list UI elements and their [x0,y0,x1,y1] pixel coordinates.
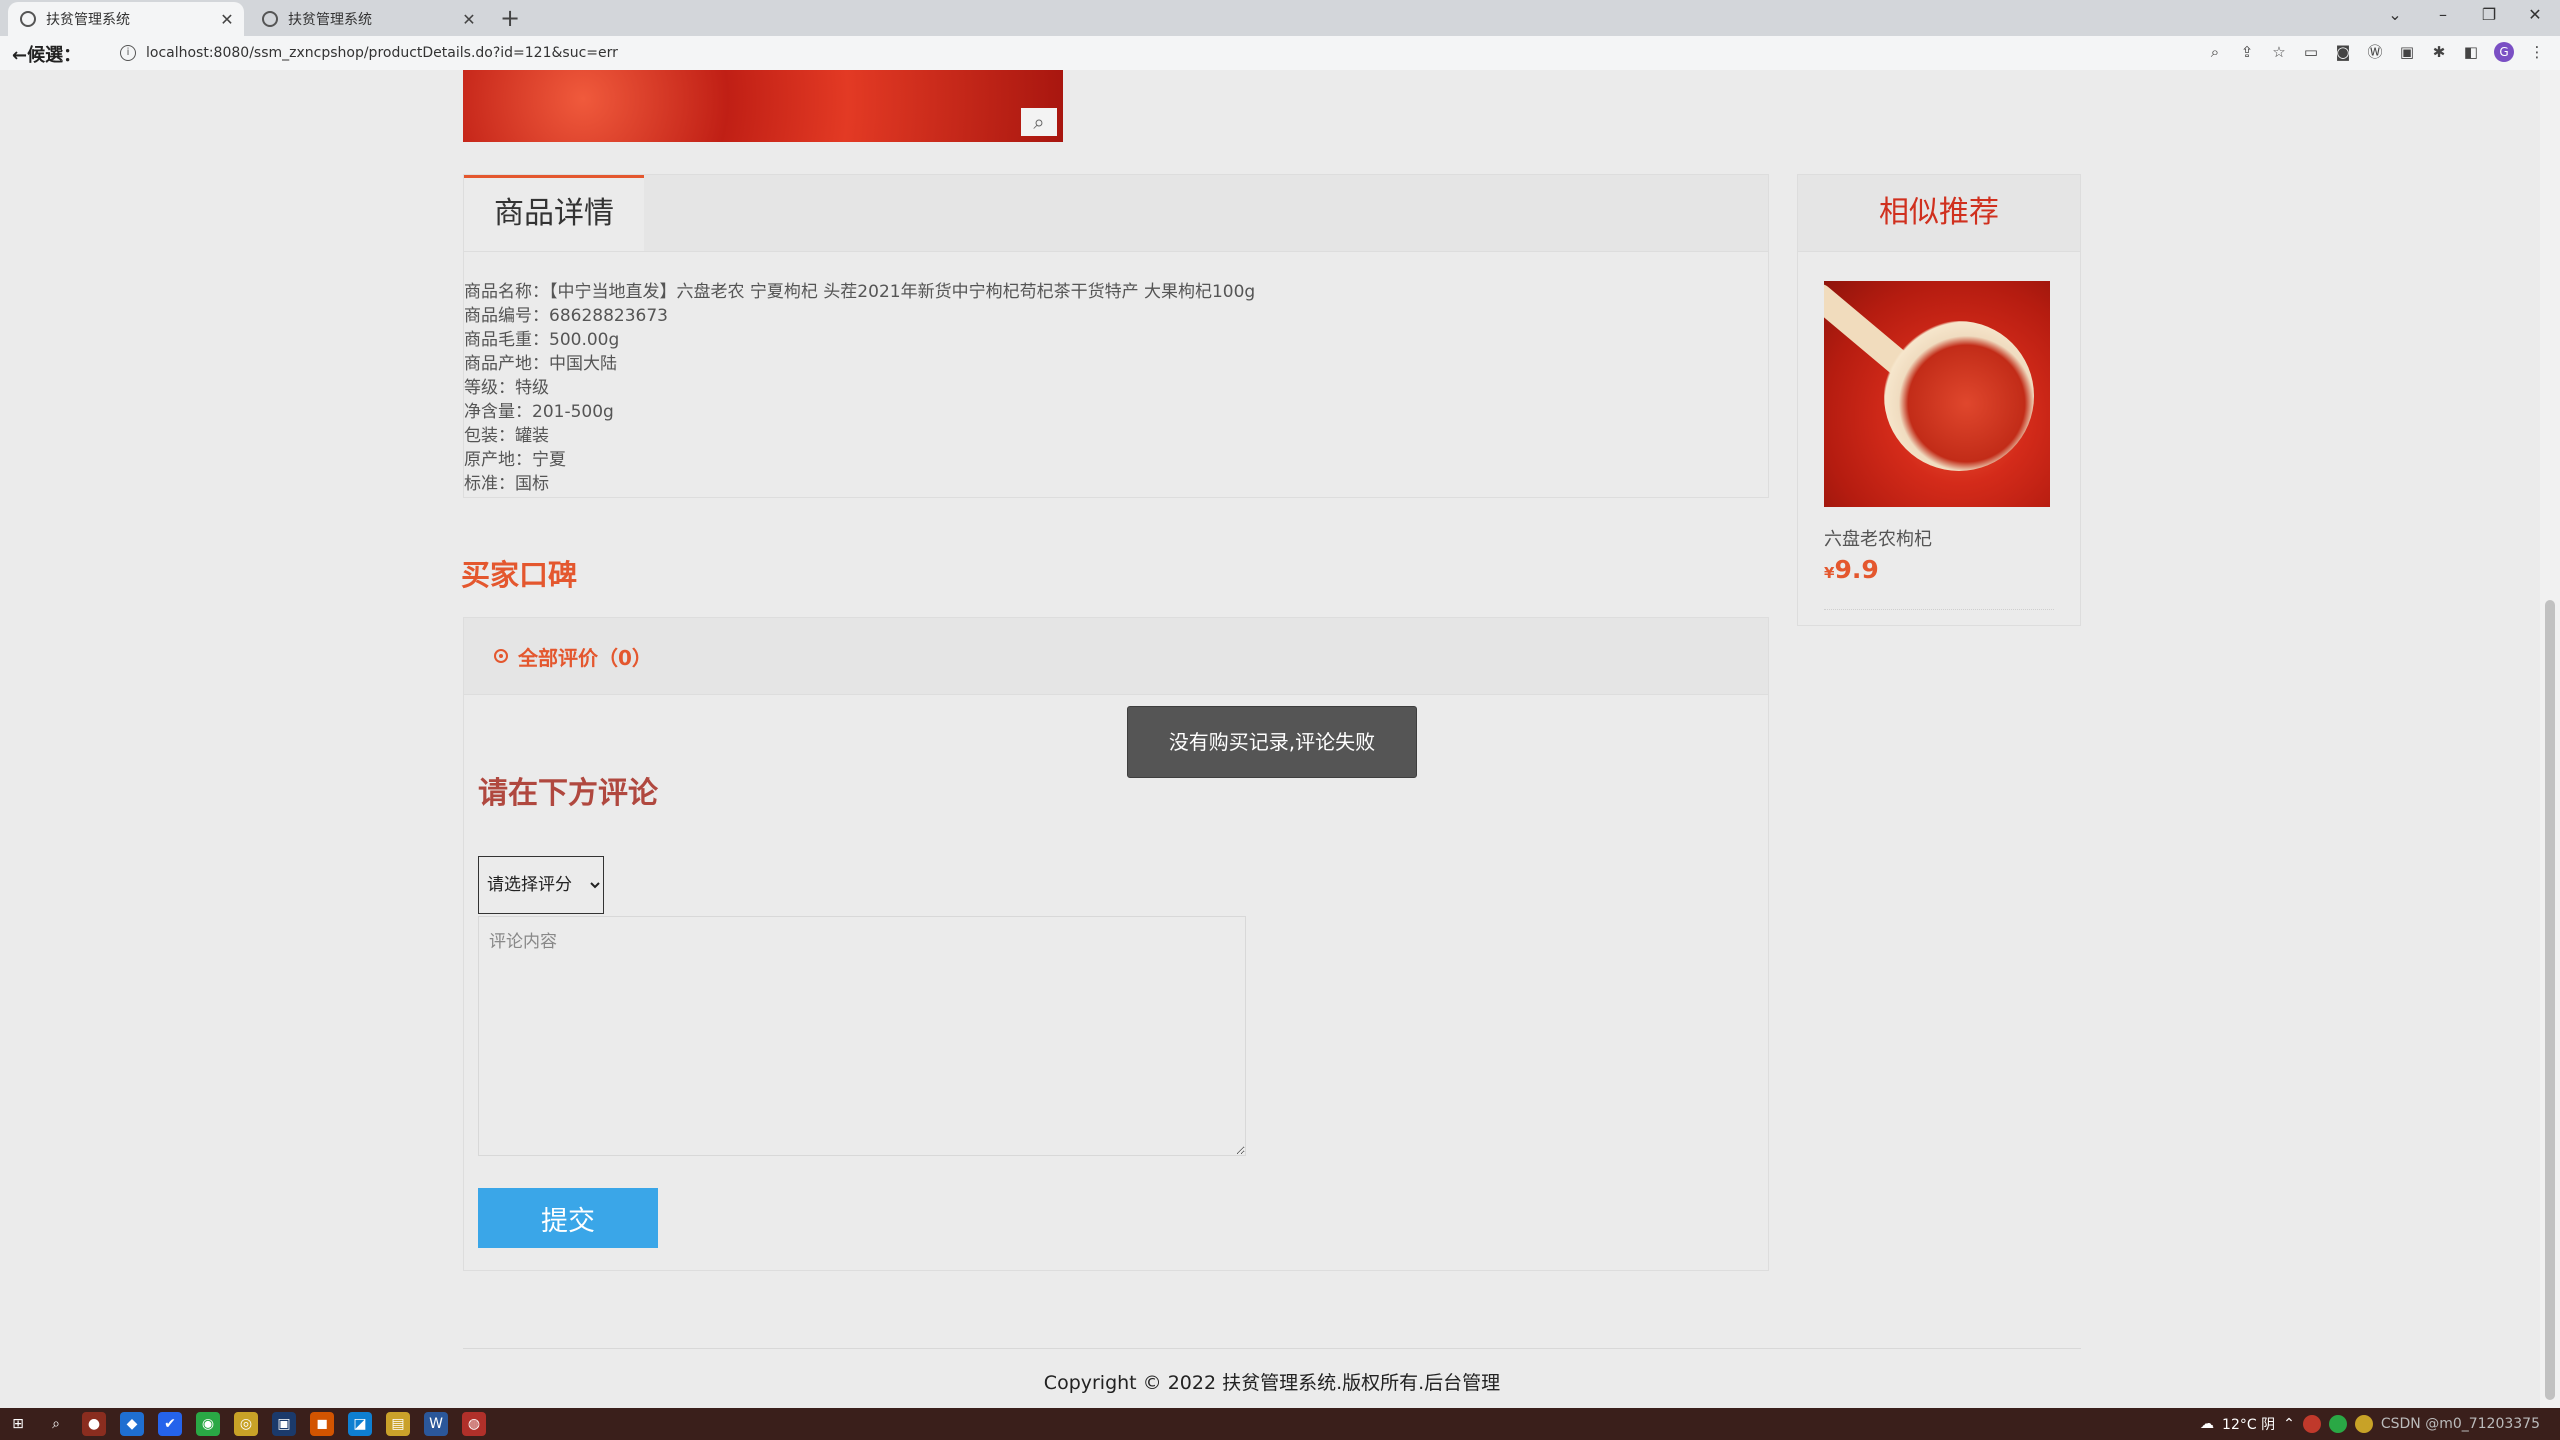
profile-avatar[interactable]: G [2494,42,2514,62]
error-toast: 没有购买记录,评论失败 [1127,706,1417,778]
globe-icon [262,11,278,27]
new-tab-button[interactable]: + [498,4,522,32]
recommend-product-image[interactable] [1824,281,2050,507]
address-bar: ←候選： i localhost:8080/ssm_zxncpshop/prod… [0,36,2560,71]
close-icon[interactable]: ✕ [216,10,238,29]
submit-button[interactable]: 提交 [478,1188,658,1248]
detail-line: 商品产地：中国大陆 [464,354,617,374]
tray-icon[interactable] [2302,1415,2321,1433]
page-content: ⌕ 商品详情 商品名称：【中宁当地直发】六盘老农 宁夏枸杞 头茬2021年新货中… [0,70,2540,1408]
back-nav[interactable]: ←候選： [12,41,81,67]
price-amount: 9.9 [1834,555,1879,584]
folder-icon[interactable]: ▤ [386,1412,410,1436]
footer-divider [463,1348,2081,1349]
camera-icon[interactable]: ◙ [2334,43,2352,61]
app-icon[interactable]: ◍ [462,1412,486,1436]
all-reviews-filter[interactable]: 全部评价（0） [518,642,652,671]
comment-textarea[interactable] [478,916,1246,1156]
chevron-up-icon[interactable]: ⌃ [2283,1416,2295,1432]
app-icon[interactable]: ✔ [158,1412,182,1436]
detail-line: 商品编号：68628823673 [464,306,668,326]
recommend-product-name[interactable]: 六盘老农枸杞 [1824,525,1932,551]
close-icon[interactable]: ✕ [458,10,480,29]
detail-line: 净含量：201-500g [464,402,614,422]
extensions-icon[interactable]: ✱ [2430,43,2448,61]
minimize-button[interactable]: – [2420,0,2466,30]
detail-line: 商品毛重：500.00g [464,330,620,350]
rating-select[interactable]: 请选择评分 [478,856,604,914]
globe-icon [20,11,36,27]
app-icon[interactable]: ◼ [310,1412,334,1436]
wordpress-icon[interactable]: Ⓦ [2366,43,2384,61]
word-icon[interactable]: W [424,1412,448,1436]
browser-toolbar: ⌕ ⇪ ☆ ▭ ◙ Ⓦ ▣ ✱ ◧ G ⋮ [2206,42,2546,62]
zoom-icon[interactable]: ⌕ [2206,43,2224,61]
tab-product-details[interactable]: 商品详情 [464,175,644,251]
recommend-panel: 相似推荐 六盘老农枸杞 ¥9.9 [1797,174,2081,626]
spoon-bowl [1884,321,2034,471]
product-detail-panel: 商品详情 商品名称：【中宁当地直发】六盘老农 宁夏枸杞 头茬2021年新货中宁枸… [463,174,1769,498]
browser-tab-inactive[interactable]: 扶贫管理系统 ✕ [250,2,486,36]
tray-icon[interactable] [2328,1415,2347,1433]
share-icon[interactable]: ⇪ [2238,43,2256,61]
tab-title: 扶贫管理系统 [288,12,372,28]
star-icon[interactable]: ☆ [2270,43,2288,61]
app-icon[interactable]: ◆ [120,1412,144,1436]
browser-tab-active[interactable]: 扶贫管理系统 ✕ [8,2,244,36]
url-text: localhost:8080/ssm_zxncpshop/productDeta… [146,45,618,61]
detail-line: 商品名称：【中宁当地直发】六盘老农 宁夏枸杞 头茬2021年新货中宁枸杞苟杞茶干… [464,282,1256,302]
info-icon[interactable]: i [120,45,136,61]
cloud-icon: ☁ [2200,1416,2215,1432]
recommend-product-price: ¥9.9 [1824,555,1879,584]
radio-selected-icon[interactable] [494,649,508,663]
detail-line: 等级：特级 [464,378,549,398]
search-icon[interactable]: ⌕ [44,1412,68,1436]
magnifier-icon[interactable]: ⌕ [1021,108,1057,136]
scrollbar-thumb[interactable] [2545,600,2555,1400]
product-image: ⌕ [463,70,1063,142]
menu-icon[interactable]: ⋮ [2528,43,2546,61]
browser-tab-strip: 扶贫管理系统 ✕ 扶贫管理系统 ✕ + ⌄ – ❐ ✕ [0,0,2560,36]
detail-tabbar: 商品详情 [464,175,1768,252]
image-icon[interactable]: ▣ [2398,43,2416,61]
windows-taskbar: ⊞ ⌕ ● ◆ ✔ ◉ ◎ ▣ ◼ ◪ ▤ W ◍ ☁ 12°C 阴 ⌃ CSD… [0,1408,2560,1440]
watermark-text: CSDN @m0_71203375 [2380,1416,2540,1432]
cast-icon[interactable]: ▭ [2302,43,2320,61]
detail-line: 标准：国标 [464,474,549,494]
wechat-icon[interactable]: ◉ [196,1412,220,1436]
page-scrollbar[interactable] [2540,70,2560,1408]
taskbar-apps: ⊞ ⌕ ● ◆ ✔ ◉ ◎ ▣ ◼ ◪ ▤ W ◍ [6,1412,486,1436]
url-field[interactable]: i localhost:8080/ssm_zxncpshop/productDe… [110,40,2200,66]
weather-text[interactable]: 12°C 阴 [2222,1414,2275,1434]
review-filter-bar: 全部评价（0） [464,618,1768,695]
buyer-reviews-heading: 买家口碑 [461,558,578,592]
detail-line: 包装：罐装 [464,426,549,446]
windows-start-icon[interactable]: ⊞ [6,1412,30,1436]
divider [1824,609,2054,610]
tab-search-icon[interactable]: ⌄ [2372,0,2418,30]
window-close-button[interactable]: ✕ [2512,0,2558,30]
currency-symbol: ¥ [1824,564,1835,582]
app-icon[interactable]: ◪ [348,1412,372,1436]
tray-icon[interactable] [2354,1415,2373,1433]
tab-title: 扶贫管理系统 [46,12,130,28]
system-tray: ☁ 12°C 阴 ⌃ CSDN @m0_71203375 [2200,1414,2540,1434]
sidepanel-icon[interactable]: ◧ [2462,43,2480,61]
chrome-icon[interactable]: ◎ [234,1412,258,1436]
footer-copyright: Copyright © 2022 扶贫管理系统.版权所有.后台管理 [1043,1372,1501,1394]
comment-form-title: 请在下方评论 [478,776,658,811]
detail-line: 原产地：宁夏 [464,450,566,470]
restore-button[interactable]: ❐ [2466,0,2512,30]
recommend-heading: 相似推荐 [1798,175,2080,252]
app-icon[interactable]: ▣ [272,1412,296,1436]
detail-list: 商品名称：【中宁当地直发】六盘老农 宁夏枸杞 头茬2021年新货中宁枸杞苟杞茶干… [464,252,1768,496]
app-icon[interactable]: ● [82,1412,106,1436]
review-panel: 全部评价（0） 请在下方评论 请选择评分 提交 [463,617,1769,1271]
